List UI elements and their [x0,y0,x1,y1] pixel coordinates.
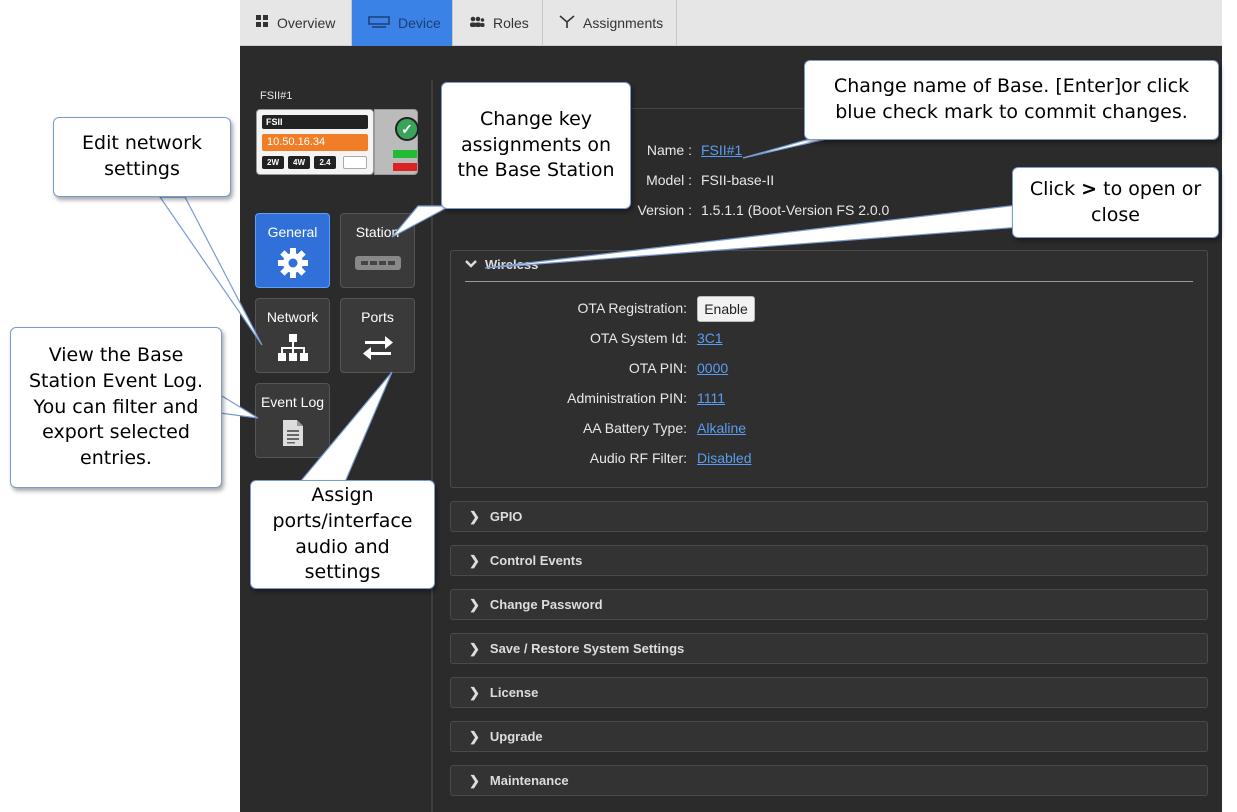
admin-pin-value[interactable]: 1111 [697,390,725,406]
chevron-right-icon: ❯ [469,640,480,656]
assignments-icon [559,14,575,32]
ota-registration-label: OTA Registration: [577,300,687,316]
section-gpio[interactable]: ❯ GPIO [450,501,1208,532]
callout-toggle-pre: Click [1029,177,1076,200]
callout-name: Change name of Base. [Enter]or click blu… [804,60,1219,140]
section-upgrade-label: Upgrade [489,729,543,744]
audio-rf-filter-value[interactable]: Disabled [697,450,751,466]
nav-event-log-label: Event Log [260,394,325,410]
chip-4w: 4W [288,156,310,169]
chip-2-4: 2.4 [314,156,336,169]
tab-assignments[interactable]: Assignments [543,0,677,46]
base-station-label: FSII#1 [260,90,293,102]
admin-pin-label: Administration PIN: [567,390,687,406]
panel-divider [431,80,433,812]
battery-type-value[interactable]: Alkaline [697,420,746,436]
chevron-right-icon: ❯ [469,728,480,744]
ota-pin-value[interactable]: 0000 [697,360,728,376]
chevron-right-icon: ❯ [469,596,480,612]
tab-overview-label: Overview [277,15,336,31]
section-save-restore-label: Save / Restore System Settings [489,641,685,656]
grid-icon [256,15,269,31]
users-icon [469,15,485,31]
section-license[interactable]: ❯ License [450,677,1208,708]
keypad-icon [341,246,414,280]
tab-device-label: Device [398,15,441,31]
nav-ports-button[interactable]: Ports [340,298,415,373]
section-license-label: License [489,685,539,700]
callout-station-text: Change key assignments on the Base Stati… [457,108,615,182]
wireless-title: Wireless [485,257,539,272]
ota-system-id-label: OTA System Id: [590,330,687,346]
callout-toggle-post: to open or close [1091,177,1202,226]
section-control-events[interactable]: ❯ Control Events [450,545,1208,576]
callout-event-log: View the Base Station Event Log. You can… [10,327,222,488]
ota-pin-label: OTA PIN: [628,360,687,376]
chevron-right-icon: ❯ [469,552,480,568]
tab-roles[interactable]: Roles [453,0,543,46]
swap-arrows-icon [341,331,414,365]
nav-general-button[interactable]: General [255,213,330,288]
tab-assignments-label: Assignments [583,15,664,31]
wireless-divider [465,281,1193,282]
chevron-right-icon: ❯ [469,508,480,524]
nav-event-log-button[interactable]: Event Log [255,383,330,458]
callout-ports-text: Assign ports/interface audio and setting… [272,484,413,584]
nav-station-button[interactable]: Station [340,213,415,288]
callout-event-log-text: View the Base Station Event Log. You can… [28,344,204,469]
name-value[interactable]: FSII#1 [701,142,742,158]
document-icon [256,416,329,450]
callout-network-text: Edit network settings [82,132,202,180]
tab-roles-label: Roles [493,15,529,31]
chip-empty [343,156,367,169]
nav-network-label: Network [266,309,319,325]
section-gpio-label: GPIO [489,509,523,524]
version-value: 1.5.1.1 (Boot-Version FS 2.0.0 [701,202,890,218]
base-station-ip: 10.50.16.34 [262,134,368,151]
callout-ports: Assign ports/interface audio and setting… [250,480,435,589]
chevron-right-icon: ❯ [469,684,480,700]
wireless-panel: Wireless OTA Registration: Enable OTA Sy… [450,250,1208,488]
section-control-events-label: Control Events [489,553,583,568]
nav-ports-label: Ports [361,309,394,325]
callout-toggle-symbol: > [1081,177,1098,200]
base-station-model-badge: FSII [262,115,368,129]
device-icon [368,15,390,31]
chevron-down-icon [465,257,477,272]
section-change-password[interactable]: ❯ Change Password [450,589,1208,620]
callout-toggle: Click > to open or close [1012,167,1219,238]
battery-type-label: AA Battery Type: [582,420,687,436]
status-green-indicator [393,150,417,158]
top-tab-bar: Overview Device Roles Assignments [240,0,1222,46]
callout-name-text: Change name of Base. [Enter]or click blu… [833,75,1190,123]
name-value-link[interactable]: FSII#1 [701,142,742,158]
section-maintenance-label: Maintenance [489,773,569,788]
network-icon [256,331,329,365]
model-value: FSII-base-II [701,172,775,188]
tab-device[interactable]: Device [352,0,453,46]
ota-enable-button[interactable]: Enable [697,296,755,322]
nav-station-label: Station [355,224,400,240]
callout-toggle-text: Click > to open or close [1021,177,1210,228]
nav-network-button[interactable]: Network [255,298,330,373]
chip-2w: 2W [262,156,284,169]
audio-rf-filter-label: Audio RF Filter: [589,450,687,466]
callout-network: Edit network settings [53,117,231,197]
ota-system-id-value[interactable]: 3C1 [697,330,723,346]
section-maintenance[interactable]: ❯ Maintenance [450,765,1208,796]
section-change-password-label: Change Password [489,597,603,612]
wireless-header[interactable]: Wireless [465,257,538,272]
status-red-indicator [393,163,417,171]
section-upgrade[interactable]: ❯ Upgrade [450,721,1208,752]
base-station-card[interactable]: FSII 10.50.16.34 2W 4W 2.4 [256,109,374,175]
callout-station: Change key assignments on the Base Stati… [441,82,631,209]
tab-overview[interactable]: Overview [240,0,352,46]
gear-icon [256,246,329,280]
section-save-restore[interactable]: ❯ Save / Restore System Settings [450,633,1208,664]
check-icon[interactable]: ✓ [395,117,419,141]
nav-general-label: General [267,224,318,240]
chevron-right-icon: ❯ [469,772,480,788]
